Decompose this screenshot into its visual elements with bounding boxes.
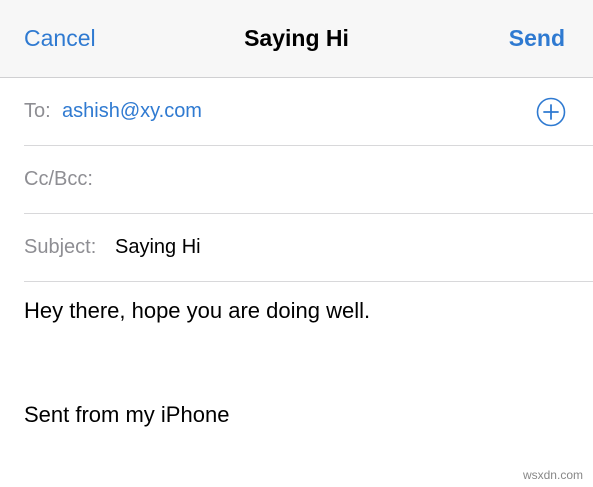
navigation-bar: Cancel Saying Hi Send [0, 0, 593, 78]
compose-title: Saying Hi [244, 25, 349, 51]
cc-bcc-input[interactable] [108, 164, 532, 196]
send-button[interactable]: Send [509, 22, 565, 54]
watermark: wsxdn.com [522, 468, 583, 482]
plus-circle-icon[interactable] [536, 97, 566, 127]
subject-input[interactable]: Saying Hi [115, 234, 201, 260]
cc-bcc-label: Cc/Bcc: [24, 168, 93, 190]
message-text: Hey there, hope you are doing well. [24, 298, 371, 323]
to-recipient[interactable]: ashish@xy.com [62, 98, 202, 124]
email-signature: Sent from my iPhone [24, 402, 230, 427]
to-field-row[interactable]: To: ashish@xy.com [24, 78, 593, 146]
subject-label: Subject: [24, 236, 97, 258]
to-label: To: [24, 100, 51, 122]
subject-field-row[interactable]: Subject: Saying Hi [24, 214, 593, 282]
cc-bcc-field-row[interactable]: Cc/Bcc: [24, 146, 593, 214]
message-body[interactable]: Hey there, hope you are doing well. Sent… [24, 282, 569, 472]
